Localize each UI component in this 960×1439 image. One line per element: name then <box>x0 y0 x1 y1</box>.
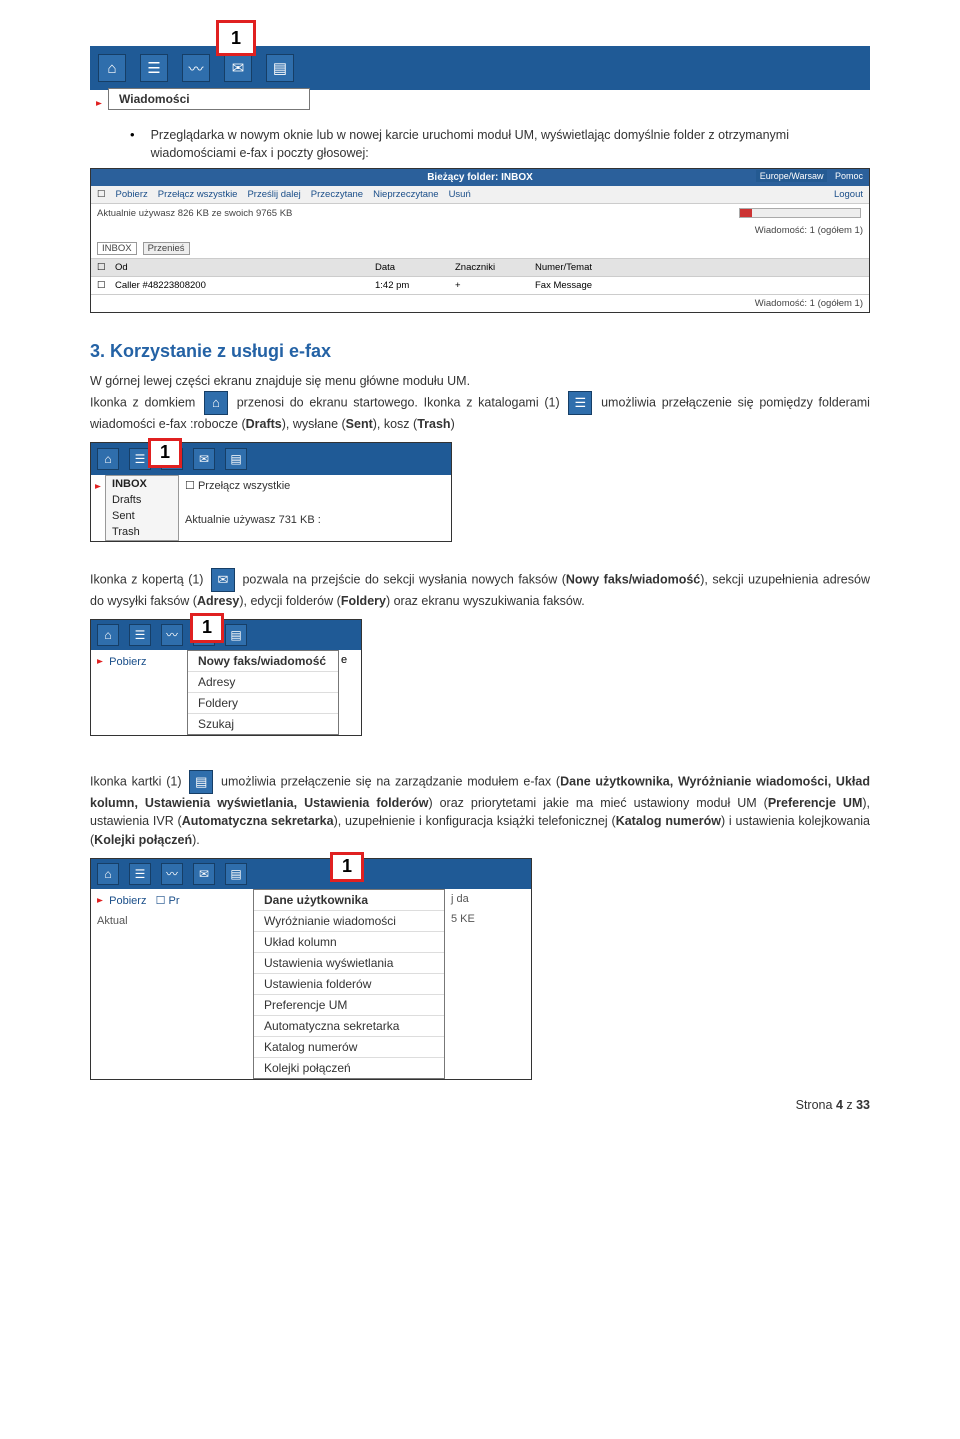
folder-trash[interactable]: Trash <box>106 524 178 540</box>
checkbox-icon[interactable]: ☐ <box>97 189 106 200</box>
menu-item-wiadomosci[interactable]: Wiadomości <box>109 89 309 109</box>
folders-icon[interactable]: ☰ <box>129 863 151 885</box>
home-icon[interactable]: ⌂ <box>98 54 126 82</box>
tool-nieprzeczytane[interactable]: Nieprzeczytane <box>373 189 438 200</box>
tool-pobierz[interactable]: Pobierz <box>116 189 148 200</box>
bullet-icon: • <box>130 126 135 145</box>
row-od: Caller #48223808200 <box>115 280 375 291</box>
menu-adresy[interactable]: Adresy <box>188 672 338 693</box>
callout-1c: 1 <box>190 613 224 643</box>
folder-drafts[interactable]: Drafts <box>106 492 178 508</box>
row-zn: + <box>455 280 535 291</box>
menu-folderow[interactable]: Ustawienia folderów <box>254 974 444 995</box>
row-temat: Fax Message <box>535 280 863 291</box>
folders-icon[interactable]: ☰ <box>129 624 151 646</box>
chart-icon[interactable]: 〰 <box>161 863 183 885</box>
callout-1d: 1 <box>330 852 364 882</box>
row-data: 1:42 pm <box>375 280 455 291</box>
page-icon[interactable]: ▤ <box>266 54 294 82</box>
menu-new-fax[interactable]: Nowy faks/wiadomość <box>188 651 338 672</box>
folders-icon: ☰ <box>568 391 592 415</box>
tool-logout[interactable]: Logout <box>834 189 863 200</box>
menu-foldery[interactable]: Foldery <box>188 693 338 714</box>
page-icon[interactable]: ▤ <box>225 448 247 470</box>
menu-sekretarka[interactable]: Automatyczna sekretarka <box>254 1016 444 1037</box>
tool-przelacz[interactable]: Przełącz wszystkie <box>158 189 238 200</box>
section-page-icon: Ikonka kartki (1) ▤ umożliwia przełączen… <box>90 770 870 850</box>
bullet-text: Przeglądarka w nowym oknie lub w nowej k… <box>151 126 870 162</box>
inbox-header: Bieżący folder: INBOX Europe/Warsaw Pomo… <box>91 169 869 186</box>
usage-text: Aktualnie używasz 826 KB ze swoich 9765 … <box>91 205 298 222</box>
mail-icon[interactable]: ✉ <box>193 863 215 885</box>
page-icon: ▤ <box>189 770 213 794</box>
main-toolbar: ⌂ ☰ 〰 ✉ ▤ <box>90 46 870 90</box>
tool-przeczytane[interactable]: Przeczytane <box>311 189 363 200</box>
arrow-icon: ▸ <box>97 894 103 905</box>
table-row[interactable]: ☐ Caller #48223808200 1:42 pm + Fax Mess… <box>91 277 869 294</box>
compose-dropdown[interactable]: Nowy faks/wiadomość Adresy Foldery Szuka… <box>187 650 339 735</box>
msg-count: Wiadomość: 1 (ogółem 1) <box>91 222 869 239</box>
chart-icon[interactable]: 〰 <box>161 624 183 646</box>
folder-dropdown[interactable]: INBOX Drafts Sent Trash <box>105 475 179 541</box>
table-header: ☐ Od Data Znaczniki Numer/Temat <box>91 258 869 277</box>
menu-kolejki[interactable]: Kolejki połączeń <box>254 1058 444 1078</box>
home-icon[interactable]: ⌂ <box>97 448 119 470</box>
folder-inbox[interactable]: INBOX <box>106 476 178 492</box>
arrow-icon: ▸ <box>96 97 102 108</box>
settings-dropdown[interactable]: Dane użytkownika Wyróżnianie wiadomości … <box>253 889 445 1079</box>
folders-icon[interactable]: ☰ <box>140 54 168 82</box>
bullet-browser-note: • Przeglądarka w nowym oknie lub w nowej… <box>130 126 870 162</box>
menu-szukaj[interactable]: Szukaj <box>188 714 338 734</box>
home-icon[interactable]: ⌂ <box>97 863 119 885</box>
menu-wyroznianie[interactable]: Wyróżnianie wiadomości <box>254 911 444 932</box>
screenshot-inbox: Bieżący folder: INBOX Europe/Warsaw Pomo… <box>90 168 870 313</box>
chart-icon[interactable]: 〰 <box>182 54 210 82</box>
mail-icon[interactable]: ✉ <box>193 448 215 470</box>
menu-dane[interactable]: Dane użytkownika <box>254 890 444 911</box>
mail-icon[interactable]: ✉ <box>224 54 252 82</box>
menu-katalog[interactable]: Katalog numerów <box>254 1037 444 1058</box>
arrow-icon: ▸ <box>95 480 101 491</box>
section-3-title: 3. Korzystanie z usługi e-fax <box>90 341 870 362</box>
move-button[interactable]: Przenieś <box>143 242 190 255</box>
menu-preferencje[interactable]: Preferencje UM <box>254 995 444 1016</box>
page-footer: Strona 4 z 33 <box>90 1098 870 1112</box>
arrow-icon: ▸ <box>97 655 103 666</box>
callout-1b: 1 <box>148 438 182 468</box>
section-3-intro: W górnej lewej części ekranu znajduje si… <box>90 372 870 434</box>
menu-uklad[interactable]: Układ kolumn <box>254 932 444 953</box>
tool-przeslij[interactable]: Prześlij dalej <box>247 189 300 200</box>
mail-icon: ✉ <box>211 568 235 592</box>
folder-sent[interactable]: Sent <box>106 508 178 524</box>
home-icon[interactable]: ⌂ <box>97 624 119 646</box>
tool-usun[interactable]: Usuń <box>449 189 471 200</box>
home-icon: ⌂ <box>204 391 228 415</box>
folder-select[interactable]: INBOX <box>97 242 137 255</box>
page-icon[interactable]: ▤ <box>225 624 247 646</box>
menu-wyswietlanie[interactable]: Ustawienia wyświetlania <box>254 953 444 974</box>
dropdown-wiadomosci[interactable]: Wiadomości <box>108 88 310 110</box>
section-envelope: Ikonka z kopertą (1) ✉ pozwala na przejś… <box>90 568 870 611</box>
callout-1: 1 <box>216 20 256 56</box>
page-icon[interactable]: ▤ <box>225 863 247 885</box>
